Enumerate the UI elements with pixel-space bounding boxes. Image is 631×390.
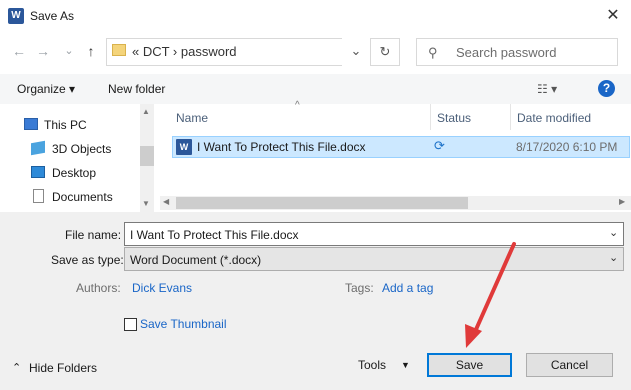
authors-field[interactable]: Dick Evans — [132, 281, 192, 295]
sidebar-item-documents[interactable]: Documents — [52, 190, 113, 204]
close-icon[interactable]: ✕ — [601, 5, 625, 27]
column-header-date[interactable]: Date modified — [517, 111, 591, 125]
title-bar — [0, 0, 631, 32]
authors-label: Authors: — [76, 281, 121, 295]
save-thumbnail-checkbox[interactable] — [124, 318, 137, 331]
chevron-up-icon[interactable]: ⌃ — [12, 361, 21, 374]
refresh-icon[interactable]: ↻ — [370, 38, 400, 66]
sidebar-item-3d-objects[interactable]: 3D Objects — [52, 142, 111, 156]
file-name-label: File name: — [65, 228, 122, 242]
word-app-icon: W — [8, 8, 24, 24]
scroll-right-icon[interactable]: ▶ — [619, 197, 625, 206]
organize-menu[interactable]: Organize ▾ — [17, 82, 75, 96]
window-title: Save As — [30, 9, 75, 23]
column-header-status[interactable]: Status — [437, 111, 471, 125]
save-as-type-value[interactable]: Word Document (*.docx) — [130, 253, 261, 267]
breadcrumb[interactable]: « DCT › password — [132, 44, 237, 59]
chevron-down-icon[interactable]: ⌄ — [609, 251, 618, 264]
tools-menu[interactable]: Tools — [358, 358, 386, 372]
hide-folders-button[interactable]: Hide Folders — [29, 361, 97, 375]
view-options-icon[interactable]: ☷ ▾ — [537, 82, 557, 96]
nav-scrollbar-thumb[interactable] — [140, 146, 154, 166]
tags-field[interactable]: Add a tag — [382, 281, 433, 295]
sync-icon: ⟳ — [434, 138, 445, 153]
search-placeholder[interactable]: Search password — [456, 45, 556, 60]
save-as-type-label: Save as type: — [51, 253, 124, 267]
search-icon: ⚲ — [428, 45, 438, 60]
file-name-value[interactable]: I Want To Protect This File.docx — [130, 228, 299, 242]
scroll-left-icon[interactable]: ◀ — [163, 197, 169, 206]
column-header-name[interactable]: Name — [176, 111, 208, 125]
up-folder-icon[interactable]: ↑ — [80, 40, 102, 62]
tools-dropdown-icon[interactable]: ▼ — [401, 360, 410, 370]
help-icon[interactable]: ? — [598, 80, 615, 97]
word-document-icon: W — [176, 139, 192, 155]
sidebar-item-desktop[interactable]: Desktop — [52, 166, 96, 180]
cube-icon — [31, 140, 45, 156]
scroll-up-icon[interactable]: ▲ — [142, 107, 150, 116]
chevron-down-icon[interactable]: ⌄ — [609, 226, 618, 239]
sidebar-item-this-pc[interactable]: This PC — [44, 118, 87, 132]
column-divider[interactable] — [430, 104, 431, 130]
cancel-button[interactable]: Cancel — [526, 353, 613, 377]
computer-icon — [24, 118, 38, 130]
file-name-cell[interactable]: I Want To Protect This File.docx — [197, 140, 366, 154]
save-button[interactable]: Save — [427, 353, 512, 377]
new-folder-button[interactable]: New folder — [108, 82, 165, 96]
column-divider[interactable] — [510, 104, 511, 130]
folder-icon — [112, 44, 126, 56]
sort-arrow-icon: ^ — [295, 100, 300, 111]
address-dropdown-icon[interactable]: ⌄ — [342, 38, 370, 66]
documents-icon — [33, 189, 44, 203]
save-thumbnail-label[interactable]: Save Thumbnail — [140, 317, 227, 331]
forward-icon[interactable]: → — [32, 40, 54, 62]
date-modified-cell: 8/17/2020 6:10 PM — [516, 140, 618, 154]
back-icon[interactable]: ← — [8, 40, 30, 62]
tags-label: Tags: — [345, 281, 374, 295]
recent-locations-icon[interactable]: ⌄ — [58, 40, 80, 62]
horizontal-scrollbar-thumb[interactable] — [176, 197, 468, 209]
scroll-down-icon[interactable]: ▼ — [142, 199, 150, 208]
desktop-icon — [31, 166, 45, 178]
